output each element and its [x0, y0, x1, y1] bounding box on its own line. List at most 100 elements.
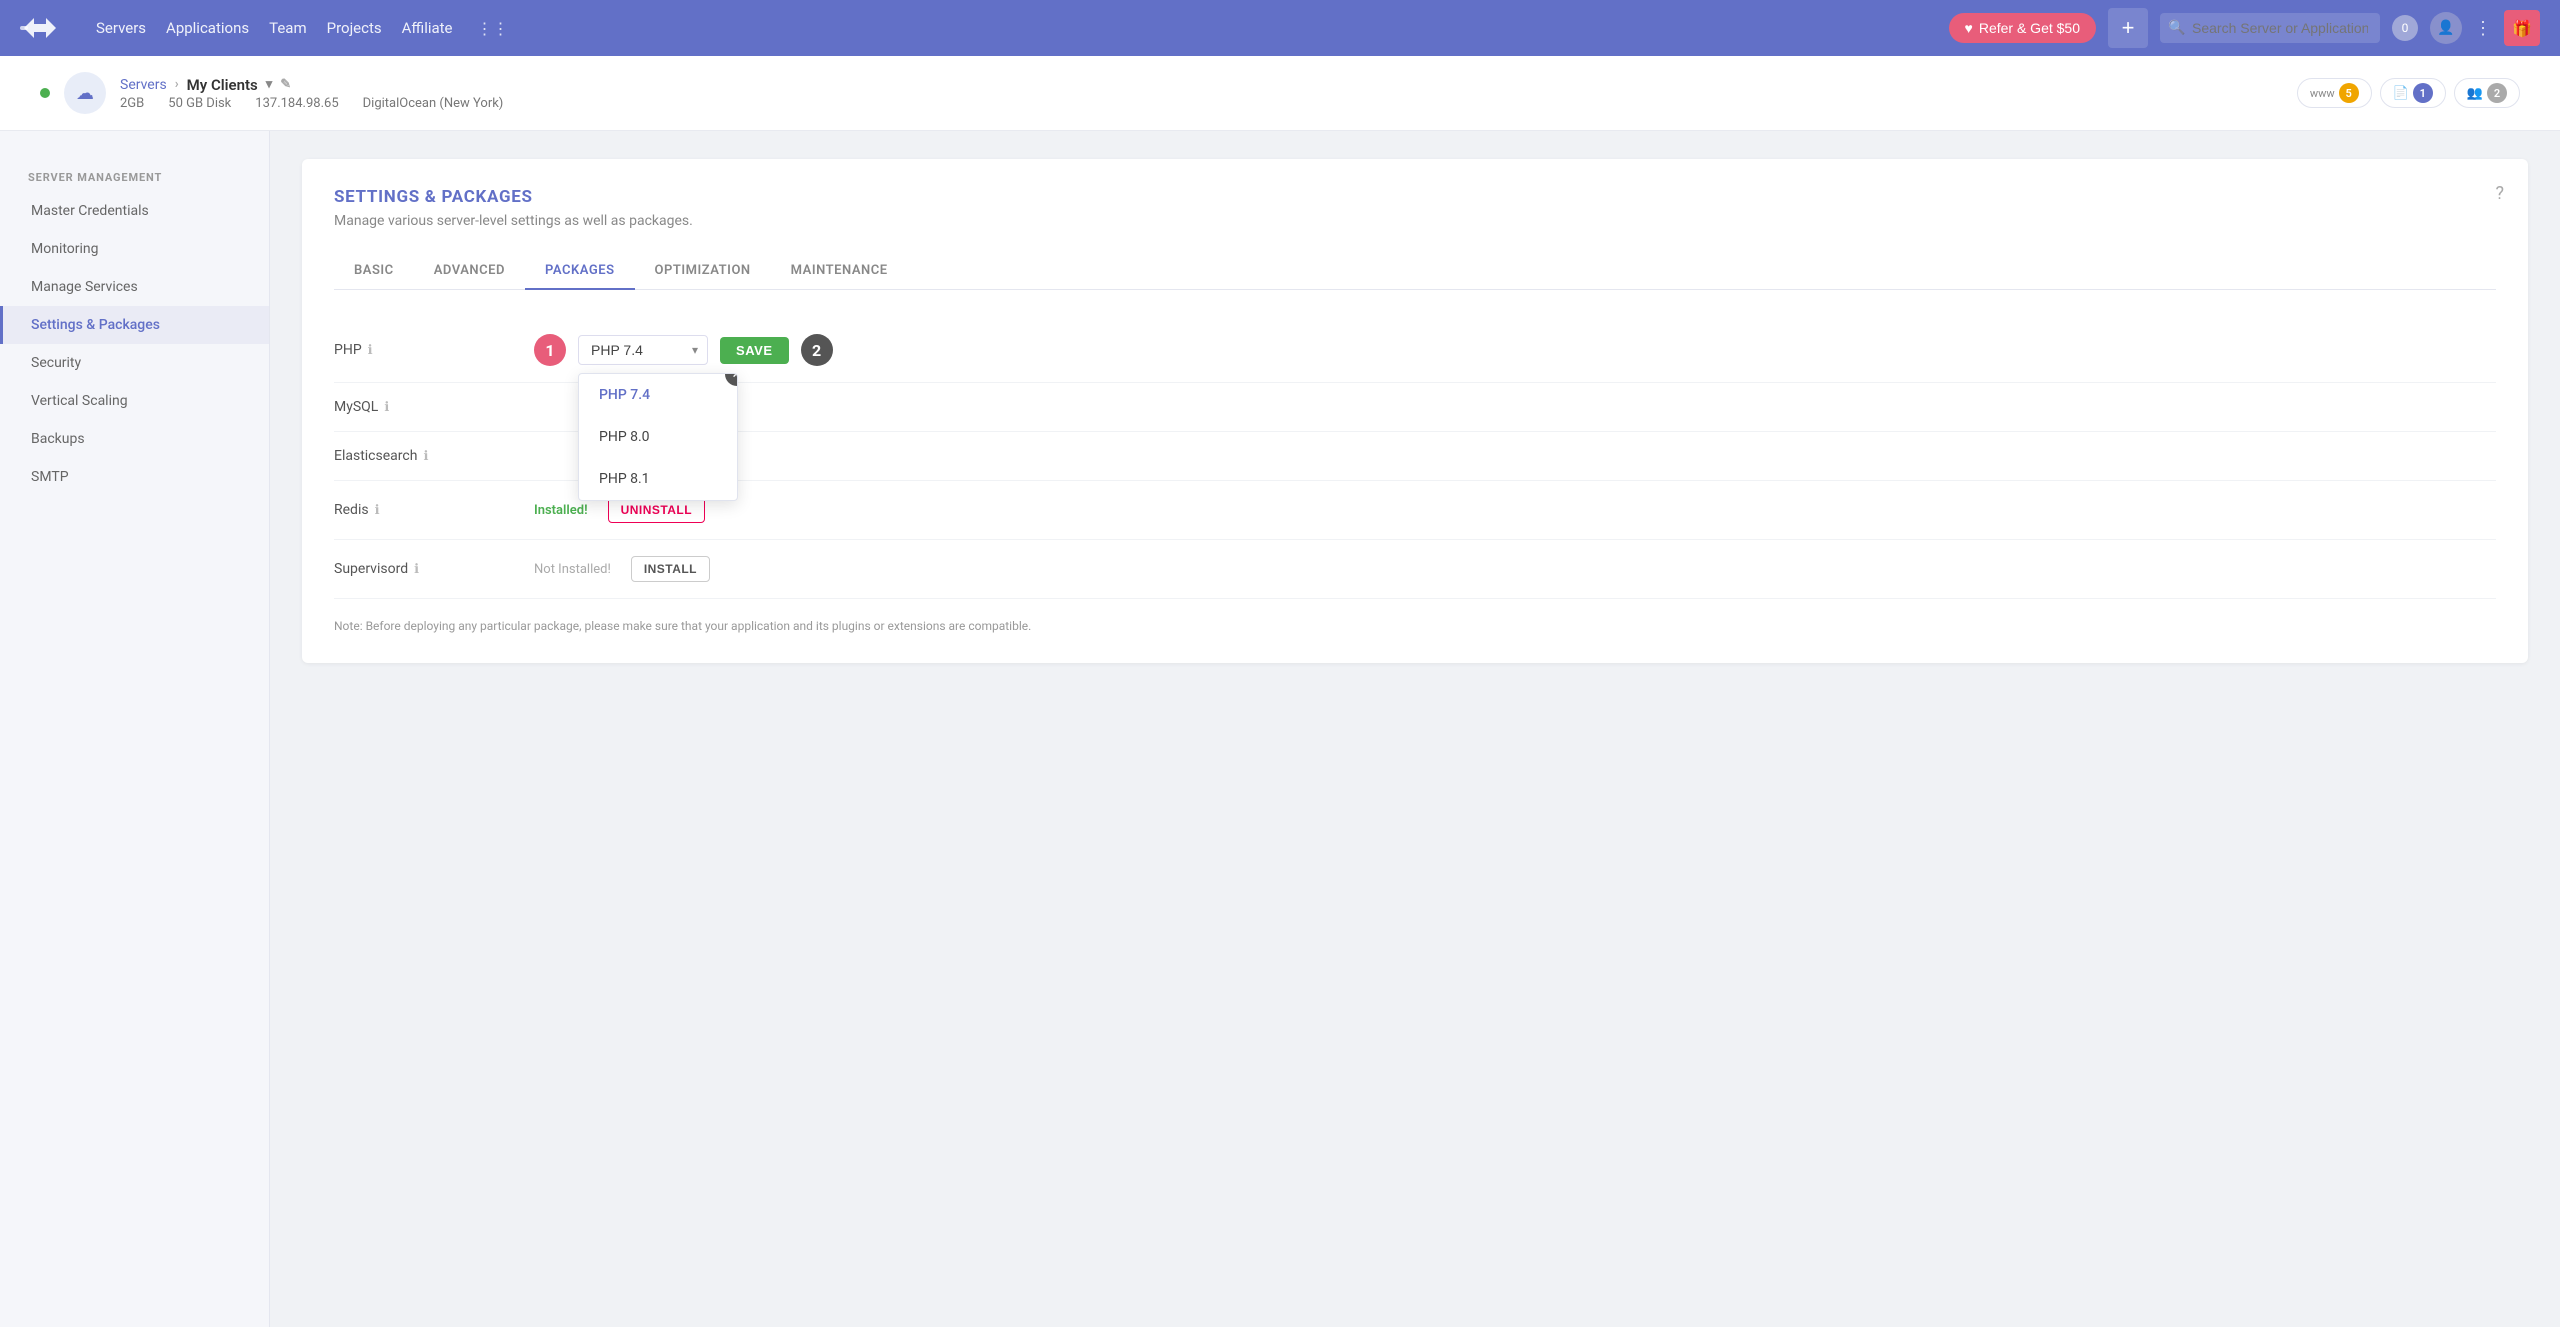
- sidebar-item-backups[interactable]: Backups: [0, 420, 269, 458]
- sidebar-item-settings-packages[interactable]: Settings & Packages: [0, 306, 269, 344]
- php-dropdown-wrapper: PHP 7.4 PHP 8.0 PHP 8.1 ✕ PHP 7.4 PHP 8.…: [578, 335, 708, 365]
- php-label-text: PHP: [334, 342, 362, 358]
- breadcrumb-servers[interactable]: Servers: [120, 77, 167, 93]
- elasticsearch-label: Elasticsearch ℹ: [334, 448, 534, 464]
- file-icon: 📄: [2393, 86, 2409, 101]
- tab-packages[interactable]: PACKAGES: [525, 253, 635, 290]
- main-content: SETTINGS & PACKAGES Manage various serve…: [270, 131, 2560, 1327]
- nav-projects[interactable]: Projects: [327, 19, 382, 37]
- nav-applications[interactable]: Applications: [166, 19, 249, 37]
- supervisord-install-button[interactable]: INSTALL: [631, 556, 710, 582]
- server-header-right: www 5 📄 1 👥 2: [2297, 78, 2520, 108]
- tab-bar: BASIC ADVANCED PACKAGES OPTIMIZATION MAI…: [334, 253, 2496, 290]
- supervisord-label: Supervisord ℹ: [334, 561, 534, 577]
- search-input[interactable]: [2160, 13, 2380, 43]
- cloud-icon: ☁: [76, 83, 94, 104]
- refer-button[interactable]: ♥ Refer & Get $50: [1949, 13, 2096, 43]
- grid-icon[interactable]: ⋮⋮: [477, 19, 509, 38]
- redis-label-text: Redis: [334, 502, 369, 518]
- server-disk: 50 GB Disk: [168, 96, 231, 111]
- avatar-icon: 👤: [2437, 20, 2454, 36]
- server-header: ☁ Servers › My Clients ▾ ✎ 2GB 50 GB Dis…: [0, 56, 2560, 131]
- server-name-chevron[interactable]: ▾: [266, 77, 273, 92]
- supervisord-info-icon[interactable]: ℹ: [414, 562, 419, 577]
- gift-button[interactable]: 🎁: [2504, 10, 2540, 46]
- supervisord-not-installed-text: Not Installed!: [534, 562, 611, 577]
- card-title: SETTINGS & PACKAGES: [334, 187, 2496, 207]
- server-info: Servers › My Clients ▾ ✎ 2GB 50 GB Disk …: [120, 76, 503, 111]
- step-1-number: 1: [545, 341, 554, 360]
- php-save-button[interactable]: SAVE: [720, 337, 789, 364]
- mysql-label-text: MySQL: [334, 399, 378, 415]
- avatar[interactable]: 👤: [2430, 12, 2462, 44]
- help-icon[interactable]: ?: [2495, 183, 2504, 204]
- users-count: 2: [2487, 83, 2507, 103]
- users-icon: 👥: [2467, 86, 2483, 101]
- sidebar-item-monitoring[interactable]: Monitoring: [0, 230, 269, 268]
- php-version-select[interactable]: PHP 7.4 PHP 8.0 PHP 8.1: [578, 335, 708, 365]
- supervisord-controls: Not Installed! INSTALL: [534, 556, 710, 582]
- heart-icon: ♥: [1965, 20, 1973, 36]
- card-subtitle: Manage various server-level settings as …: [334, 213, 2496, 229]
- php-option-81[interactable]: PHP 8.1: [579, 458, 737, 500]
- nav-team[interactable]: Team: [269, 19, 307, 37]
- step-badge-2: 2: [801, 334, 833, 366]
- sidebar-item-manage-services[interactable]: Manage Services: [0, 268, 269, 306]
- supervisord-label-text: Supervisord: [334, 561, 408, 577]
- server-ip: 137.184.98.65: [255, 96, 338, 111]
- server-ram: 2GB: [120, 96, 144, 111]
- nav-right: ♥ Refer & Get $50 + 🔍 0 👤 ⋮ 🎁: [1949, 8, 2540, 48]
- top-nav: Servers Applications Team Projects Affil…: [0, 0, 2560, 56]
- elasticsearch-info-icon[interactable]: ℹ: [423, 449, 428, 464]
- server-name: Servers › My Clients ▾ ✎: [120, 76, 503, 94]
- nav-servers[interactable]: Servers: [96, 19, 146, 37]
- breadcrumb-arrow: ›: [175, 77, 179, 92]
- files-badge[interactable]: 📄 1: [2380, 78, 2446, 108]
- gift-icon: 🎁: [2512, 19, 2532, 38]
- nav-affiliate[interactable]: Affiliate: [402, 19, 453, 37]
- tab-optimization[interactable]: OPTIMIZATION: [635, 253, 771, 290]
- redis-installed-text: Installed!: [534, 503, 588, 518]
- mysql-info-icon[interactable]: ℹ: [384, 400, 389, 415]
- server-name-edit-icon[interactable]: ✎: [280, 77, 291, 92]
- plus-button[interactable]: +: [2108, 8, 2148, 48]
- settings-card: SETTINGS & PACKAGES Manage various serve…: [302, 159, 2528, 663]
- tab-maintenance[interactable]: MAINTENANCE: [771, 253, 908, 290]
- server-status-dot: [40, 88, 50, 98]
- search-wrapper: 🔍: [2160, 13, 2380, 43]
- tab-basic[interactable]: BASIC: [334, 253, 414, 290]
- www-label: www: [2310, 87, 2335, 100]
- php-controls: 1 PHP 7.4 PHP 8.0 PHP 8.1 ✕ PHP 7.4: [534, 334, 833, 366]
- php-option-74[interactable]: PHP 7.4: [579, 374, 737, 416]
- logo[interactable]: [20, 14, 64, 42]
- more-options-icon[interactable]: ⋮: [2474, 18, 2492, 39]
- sidebar-section-title: Server Management: [0, 163, 269, 192]
- php-option-80[interactable]: PHP 8.0: [579, 416, 737, 458]
- sidebar-item-vertical-scaling[interactable]: Vertical Scaling: [0, 382, 269, 420]
- package-row-supervisord: Supervisord ℹ Not Installed! INSTALL: [334, 540, 2496, 599]
- mysql-label: MySQL ℹ: [334, 399, 534, 415]
- sidebar-item-security[interactable]: Security: [0, 344, 269, 382]
- server-icon: ☁: [64, 72, 106, 114]
- server-name-text: My Clients: [187, 76, 258, 94]
- redis-label: Redis ℹ: [334, 502, 534, 518]
- refer-label: Refer & Get $50: [1979, 20, 2080, 36]
- www-count: 5: [2339, 83, 2359, 103]
- tab-advanced[interactable]: ADVANCED: [414, 253, 525, 290]
- server-header-left: ☁ Servers › My Clients ▾ ✎ 2GB 50 GB Dis…: [40, 72, 503, 114]
- files-count: 1: [2413, 83, 2433, 103]
- www-badge[interactable]: www 5: [2297, 78, 2372, 108]
- main-layout: Server Management Master Credentials Mon…: [0, 131, 2560, 1327]
- step-2-number: 2: [812, 341, 821, 360]
- elasticsearch-label-text: Elasticsearch: [334, 448, 417, 464]
- users-badge[interactable]: 👥 2: [2454, 78, 2520, 108]
- package-row-php: PHP ℹ 1 PHP 7.4 PHP 8.0 PHP 8.1: [334, 318, 2496, 383]
- redis-info-icon[interactable]: ℹ: [375, 503, 380, 518]
- notif-count: 0: [2402, 21, 2409, 35]
- sidebar-item-master-credentials[interactable]: Master Credentials: [0, 192, 269, 230]
- nav-links: Servers Applications Team Projects Affil…: [96, 19, 1925, 38]
- server-meta: 2GB 50 GB Disk 137.184.98.65 DigitalOcea…: [120, 96, 503, 111]
- notification-badge[interactable]: 0: [2392, 15, 2418, 41]
- sidebar-item-smtp[interactable]: SMTP: [0, 458, 269, 496]
- php-info-icon[interactable]: ℹ: [368, 343, 373, 358]
